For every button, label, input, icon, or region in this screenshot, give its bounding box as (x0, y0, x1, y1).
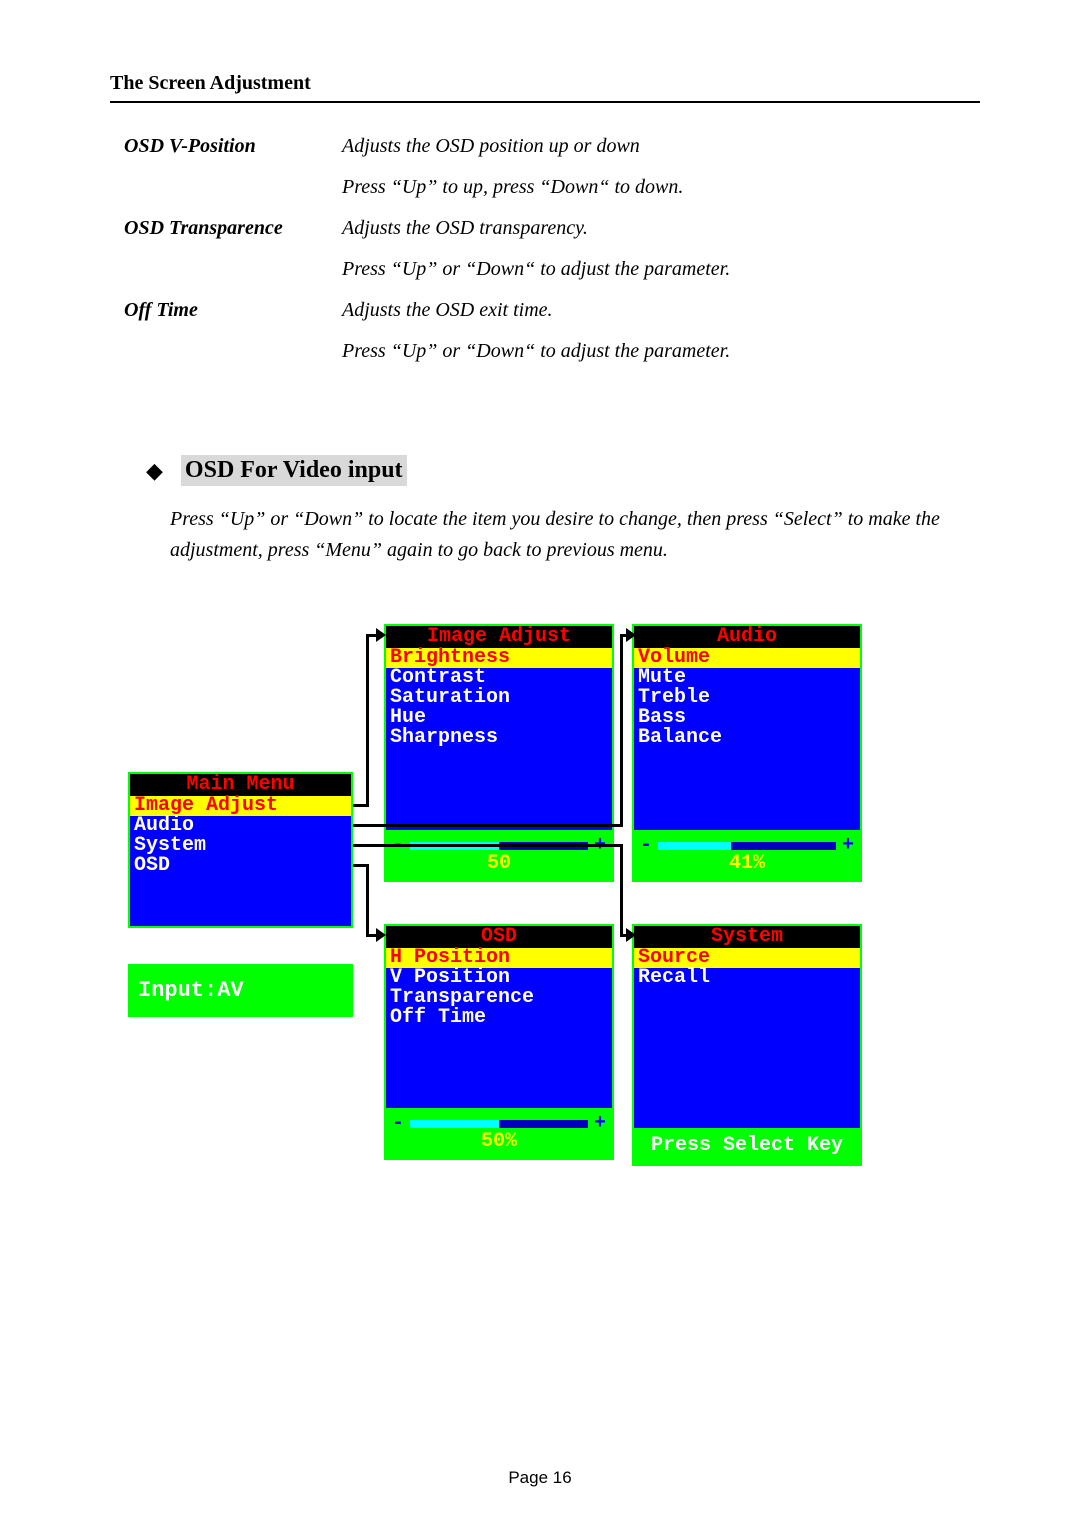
osd-selected-item: Image Adjust (130, 796, 351, 816)
slider-value: 50 (487, 854, 511, 874)
def-term-vposition: OSD V-Position (124, 135, 342, 158)
def-term-transparence: OSD Transparence (124, 217, 342, 240)
definition-table: OSD V-Position Adjusts the OSD position … (110, 135, 980, 363)
slider-plus-icon: + (842, 836, 854, 856)
page-header: The Screen Adjustment (110, 72, 980, 103)
osd-osd: OSD H Position V Position Transparence O… (384, 924, 614, 1160)
osd-system: System Source Recall Press Select Key (632, 924, 862, 1166)
osd-item: Bass (638, 708, 856, 728)
osd-main-menu: Main Menu Image Adjust Audio System OSD (128, 772, 353, 928)
osd-item: V Position (390, 968, 608, 988)
osd-diagram: Main Menu Image Adjust Audio System OSD … (128, 624, 988, 1254)
osd-item: Transparence (390, 988, 608, 1008)
osd-item: System (134, 836, 347, 856)
osd-item: Audio (134, 816, 347, 836)
def-desc: Adjusts the OSD transparency. (342, 217, 980, 240)
osd-item: Mute (638, 668, 856, 688)
osd-item: Sharpness (390, 728, 608, 748)
slider-value: 50% (481, 1132, 517, 1152)
slider-minus-icon: - (392, 1114, 404, 1134)
osd-item: Off Time (390, 1008, 608, 1028)
section-title: OSD For Video input (181, 455, 407, 486)
def-desc: Press “Up” or “Down“ to adjust the param… (342, 340, 980, 363)
slider-value: 41% (729, 854, 765, 874)
osd-item: Hue (390, 708, 608, 728)
osd-audio: Audio Volume Mute Treble Bass Balance - … (632, 624, 862, 882)
osd-item: Saturation (390, 688, 608, 708)
osd-title: Main Menu (130, 774, 351, 796)
bullet-diamond-icon: ◆ (146, 458, 163, 484)
def-desc: Press “Up” or “Down“ to adjust the param… (342, 258, 980, 281)
osd-item: Contrast (390, 668, 608, 688)
osd-title: OSD (386, 926, 612, 948)
osd-title: System (634, 926, 860, 948)
page-number: Page 16 (0, 1468, 1080, 1488)
def-term-offtime: Off Time (124, 299, 342, 322)
section-body: Press “Up” or “Down” to locate the item … (170, 504, 980, 566)
osd-item: Balance (638, 728, 856, 748)
osd-item: OSD (134, 856, 347, 876)
slider-plus-icon: + (594, 1114, 606, 1134)
osd-selected-item: Brightness (386, 648, 612, 668)
osd-selected-item: Volume (634, 648, 860, 668)
osd-title: Image Adjust (386, 626, 612, 648)
def-desc: Adjusts the OSD position up or down (342, 135, 980, 158)
osd-footer-text: Press Select Key (651, 1136, 843, 1156)
def-desc: Press “Up” to up, press “Down“ to down. (342, 176, 980, 199)
osd-item: Recall (638, 968, 856, 988)
slider-minus-icon: - (640, 836, 652, 856)
osd-item: Treble (638, 688, 856, 708)
def-desc: Adjusts the OSD exit time. (342, 299, 980, 322)
osd-title: Audio (634, 626, 860, 648)
osd-selected-item: H Position (386, 948, 612, 968)
input-label-box: Input:AV (128, 964, 353, 1017)
osd-selected-item: Source (634, 948, 860, 968)
